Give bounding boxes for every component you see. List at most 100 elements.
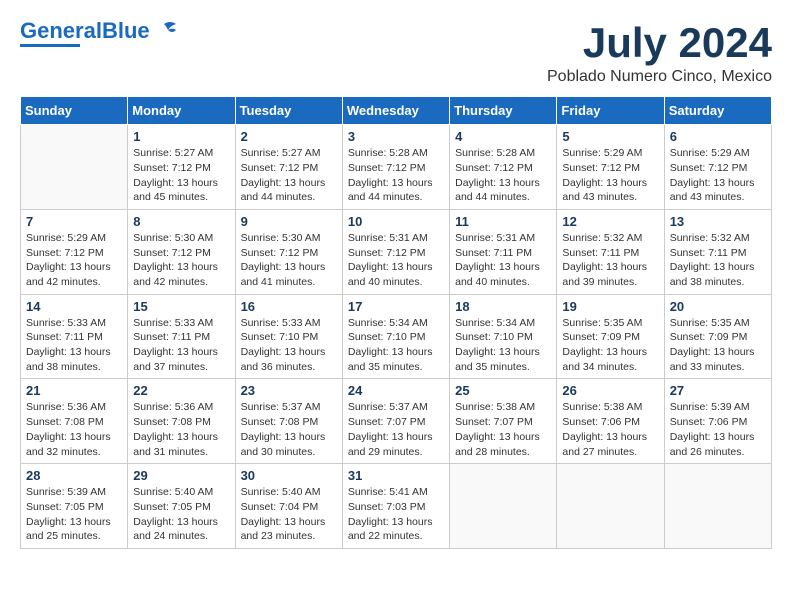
day-number: 26: [562, 383, 658, 398]
day-number: 25: [455, 383, 551, 398]
day-number: 19: [562, 299, 658, 314]
calendar-cell: [557, 464, 664, 549]
day-info: Sunrise: 5:31 AM Sunset: 7:12 PM Dayligh…: [348, 231, 444, 290]
weekday-header-monday: Monday: [128, 97, 235, 125]
calendar-cell: 1Sunrise: 5:27 AM Sunset: 7:12 PM Daylig…: [128, 125, 235, 210]
day-number: 27: [670, 383, 766, 398]
day-number: 5: [562, 129, 658, 144]
day-info: Sunrise: 5:39 AM Sunset: 7:05 PM Dayligh…: [26, 485, 122, 544]
day-number: 8: [133, 214, 229, 229]
day-number: 16: [241, 299, 337, 314]
day-info: Sunrise: 5:36 AM Sunset: 7:08 PM Dayligh…: [26, 400, 122, 459]
weekday-header-sunday: Sunday: [21, 97, 128, 125]
day-info: Sunrise: 5:38 AM Sunset: 7:07 PM Dayligh…: [455, 400, 551, 459]
calendar-cell: 26Sunrise: 5:38 AM Sunset: 7:06 PM Dayli…: [557, 379, 664, 464]
day-number: 29: [133, 468, 229, 483]
day-info: Sunrise: 5:28 AM Sunset: 7:12 PM Dayligh…: [348, 146, 444, 205]
day-info: Sunrise: 5:32 AM Sunset: 7:11 PM Dayligh…: [670, 231, 766, 290]
title-area: July 2024 Poblado Numero Cinco, Mexico: [547, 20, 772, 86]
day-number: 15: [133, 299, 229, 314]
day-number: 24: [348, 383, 444, 398]
calendar-cell: 22 Sunrise: 5:36 AM Sunset: 7:08 PM Dayli…: [128, 379, 235, 464]
day-info: Sunrise: 5:36 AM Sunset: 7:08 PM Dayligh…: [133, 400, 229, 459]
day-info: Sunrise: 5:32 AM Sunset: 7:11 PM Dayligh…: [562, 231, 658, 290]
weekday-header-tuesday: Tuesday: [235, 97, 342, 125]
day-info: Sunrise: 5:29 AM Sunset: 7:12 PM Dayligh…: [26, 231, 122, 290]
location-title: Poblado Numero Cinco, Mexico: [547, 68, 772, 86]
day-info: Sunrise: 5:37 AM Sunset: 7:07 PM Dayligh…: [348, 400, 444, 459]
day-info: Sunrise: 5:29 AM Sunset: 7:12 PM Dayligh…: [670, 146, 766, 205]
calendar-cell: [21, 125, 128, 210]
calendar-cell: 29 Sunrise: 5:40 AM Sunset: 7:05 PM Dayli…: [128, 464, 235, 549]
calendar-cell: 24 Sunrise: 5:37 AM Sunset: 7:07 PM Dayli…: [342, 379, 449, 464]
calendar-week-row: 7Sunrise: 5:29 AM Sunset: 7:12 PM Daylig…: [21, 209, 772, 294]
day-info: Sunrise: 5:33 AM Sunset: 7:11 PM Dayligh…: [26, 316, 122, 375]
calendar-cell: 10 Sunrise: 5:31 AM Sunset: 7:12 PM Dayli…: [342, 209, 449, 294]
day-number: 21: [26, 383, 122, 398]
day-number: 31: [348, 468, 444, 483]
day-info: Sunrise: 5:30 AM Sunset: 7:12 PM Dayligh…: [241, 231, 337, 290]
day-info: Sunrise: 5:37 AM Sunset: 7:08 PM Dayligh…: [241, 400, 337, 459]
day-number: 10: [348, 214, 444, 229]
day-number: 9: [241, 214, 337, 229]
day-number: 22: [133, 383, 229, 398]
calendar-cell: 21 Sunrise: 5:36 AM Sunset: 7:08 PM Dayli…: [21, 379, 128, 464]
calendar-cell: 12 Sunrise: 5:32 AM Sunset: 7:11 PM Dayli…: [557, 209, 664, 294]
day-info: Sunrise: 5:40 AM Sunset: 7:05 PM Dayligh…: [133, 485, 229, 544]
calendar-cell: 20 Sunrise: 5:35 AM Sunset: 7:09 PM Dayli…: [664, 294, 771, 379]
calendar-cell: 17Sunrise: 5:34 AM Sunset: 7:10 PM Dayli…: [342, 294, 449, 379]
calendar-cell: 23 Sunrise: 5:37 AM Sunset: 7:08 PM Dayli…: [235, 379, 342, 464]
day-info: Sunrise: 5:35 AM Sunset: 7:09 PM Dayligh…: [562, 316, 658, 375]
day-number: 23: [241, 383, 337, 398]
logo-text: GeneralBlue: [20, 20, 150, 42]
calendar-cell: 16 Sunrise: 5:33 AM Sunset: 7:10 PM Dayli…: [235, 294, 342, 379]
calendar-cell: 14 Sunrise: 5:33 AM Sunset: 7:11 PM Dayli…: [21, 294, 128, 379]
calendar-body: 1 Sunrise: 5:27 AM Sunset: 7:12 PM Daylig…: [21, 125, 772, 549]
day-info: Sunrise: 5:30 AM Sunset: 7:12 PM Dayligh…: [133, 231, 229, 290]
month-title: July 2024: [547, 20, 772, 66]
calendar-cell: 5 Sunrise: 5:29 AM Sunset: 7:12 PM Daylig…: [557, 125, 664, 210]
calendar-cell: 3 Sunrise: 5:28 AM Sunset: 7:12 PM Daylig…: [342, 125, 449, 210]
calendar-cell: 13 Sunrise: 5:32 AM Sunset: 7:11 PM Dayli…: [664, 209, 771, 294]
day-info: Sunrise: 5:41 AM Sunset: 7:03 PM Dayligh…: [348, 485, 444, 544]
day-info: Sunrise: 5:35 AM Sunset: 7:09 PM Dayligh…: [670, 316, 766, 375]
calendar-cell: 4 Sunrise: 5:28 AM Sunset: 7:12 PM Daylig…: [450, 125, 557, 210]
day-number: 12: [562, 214, 658, 229]
calendar-table: SundayMondayTuesdayWednesdayThursdayFrid…: [20, 96, 772, 549]
day-number: 6: [670, 129, 766, 144]
day-info: Sunrise: 5:34 AM Sunset: 7:10 PM Dayligh…: [348, 316, 444, 375]
calendar-cell: 15 Sunrise: 5:33 AM Sunset: 7:11 PM Dayli…: [128, 294, 235, 379]
logo-bird-icon: [150, 20, 178, 42]
calendar-cell: 7Sunrise: 5:29 AM Sunset: 7:12 PM Daylig…: [21, 209, 128, 294]
page-header: GeneralBlue July 2024 Poblado Numero Cin…: [20, 20, 772, 86]
day-number: 11: [455, 214, 551, 229]
calendar-cell: [664, 464, 771, 549]
calendar-cell: 28Sunrise: 5:39 AM Sunset: 7:05 PM Dayli…: [21, 464, 128, 549]
day-number: 13: [670, 214, 766, 229]
day-info: Sunrise: 5:29 AM Sunset: 7:12 PM Dayligh…: [562, 146, 658, 205]
calendar-cell: 30Sunrise: 5:40 AM Sunset: 7:04 PM Dayli…: [235, 464, 342, 549]
calendar-cell: 11Sunrise: 5:31 AM Sunset: 7:11 PM Dayli…: [450, 209, 557, 294]
calendar-cell: 2 Sunrise: 5:27 AM Sunset: 7:12 PM Daylig…: [235, 125, 342, 210]
calendar-cell: 19 Sunrise: 5:35 AM Sunset: 7:09 PM Dayli…: [557, 294, 664, 379]
day-number: 18: [455, 299, 551, 314]
calendar-week-row: 14 Sunrise: 5:33 AM Sunset: 7:11 PM Dayli…: [21, 294, 772, 379]
day-info: Sunrise: 5:28 AM Sunset: 7:12 PM Dayligh…: [455, 146, 551, 205]
day-number: 20: [670, 299, 766, 314]
day-number: 2: [241, 129, 337, 144]
calendar-week-row: 28Sunrise: 5:39 AM Sunset: 7:05 PM Dayli…: [21, 464, 772, 549]
calendar-cell: 9 Sunrise: 5:30 AM Sunset: 7:12 PM Daylig…: [235, 209, 342, 294]
day-info: Sunrise: 5:33 AM Sunset: 7:10 PM Dayligh…: [241, 316, 337, 375]
logo: GeneralBlue: [20, 20, 178, 47]
day-number: 4: [455, 129, 551, 144]
calendar-week-row: 21 Sunrise: 5:36 AM Sunset: 7:08 PM Dayli…: [21, 379, 772, 464]
day-number: 30: [241, 468, 337, 483]
calendar-cell: 18Sunrise: 5:34 AM Sunset: 7:10 PM Dayli…: [450, 294, 557, 379]
day-number: 3: [348, 129, 444, 144]
day-info: Sunrise: 5:27 AM Sunset: 7:12 PM Dayligh…: [241, 146, 337, 205]
weekday-header-saturday: Saturday: [664, 97, 771, 125]
calendar-cell: 8 Sunrise: 5:30 AM Sunset: 7:12 PM Daylig…: [128, 209, 235, 294]
day-info: Sunrise: 5:33 AM Sunset: 7:11 PM Dayligh…: [133, 316, 229, 375]
day-number: 14: [26, 299, 122, 314]
day-number: 1: [133, 129, 229, 144]
